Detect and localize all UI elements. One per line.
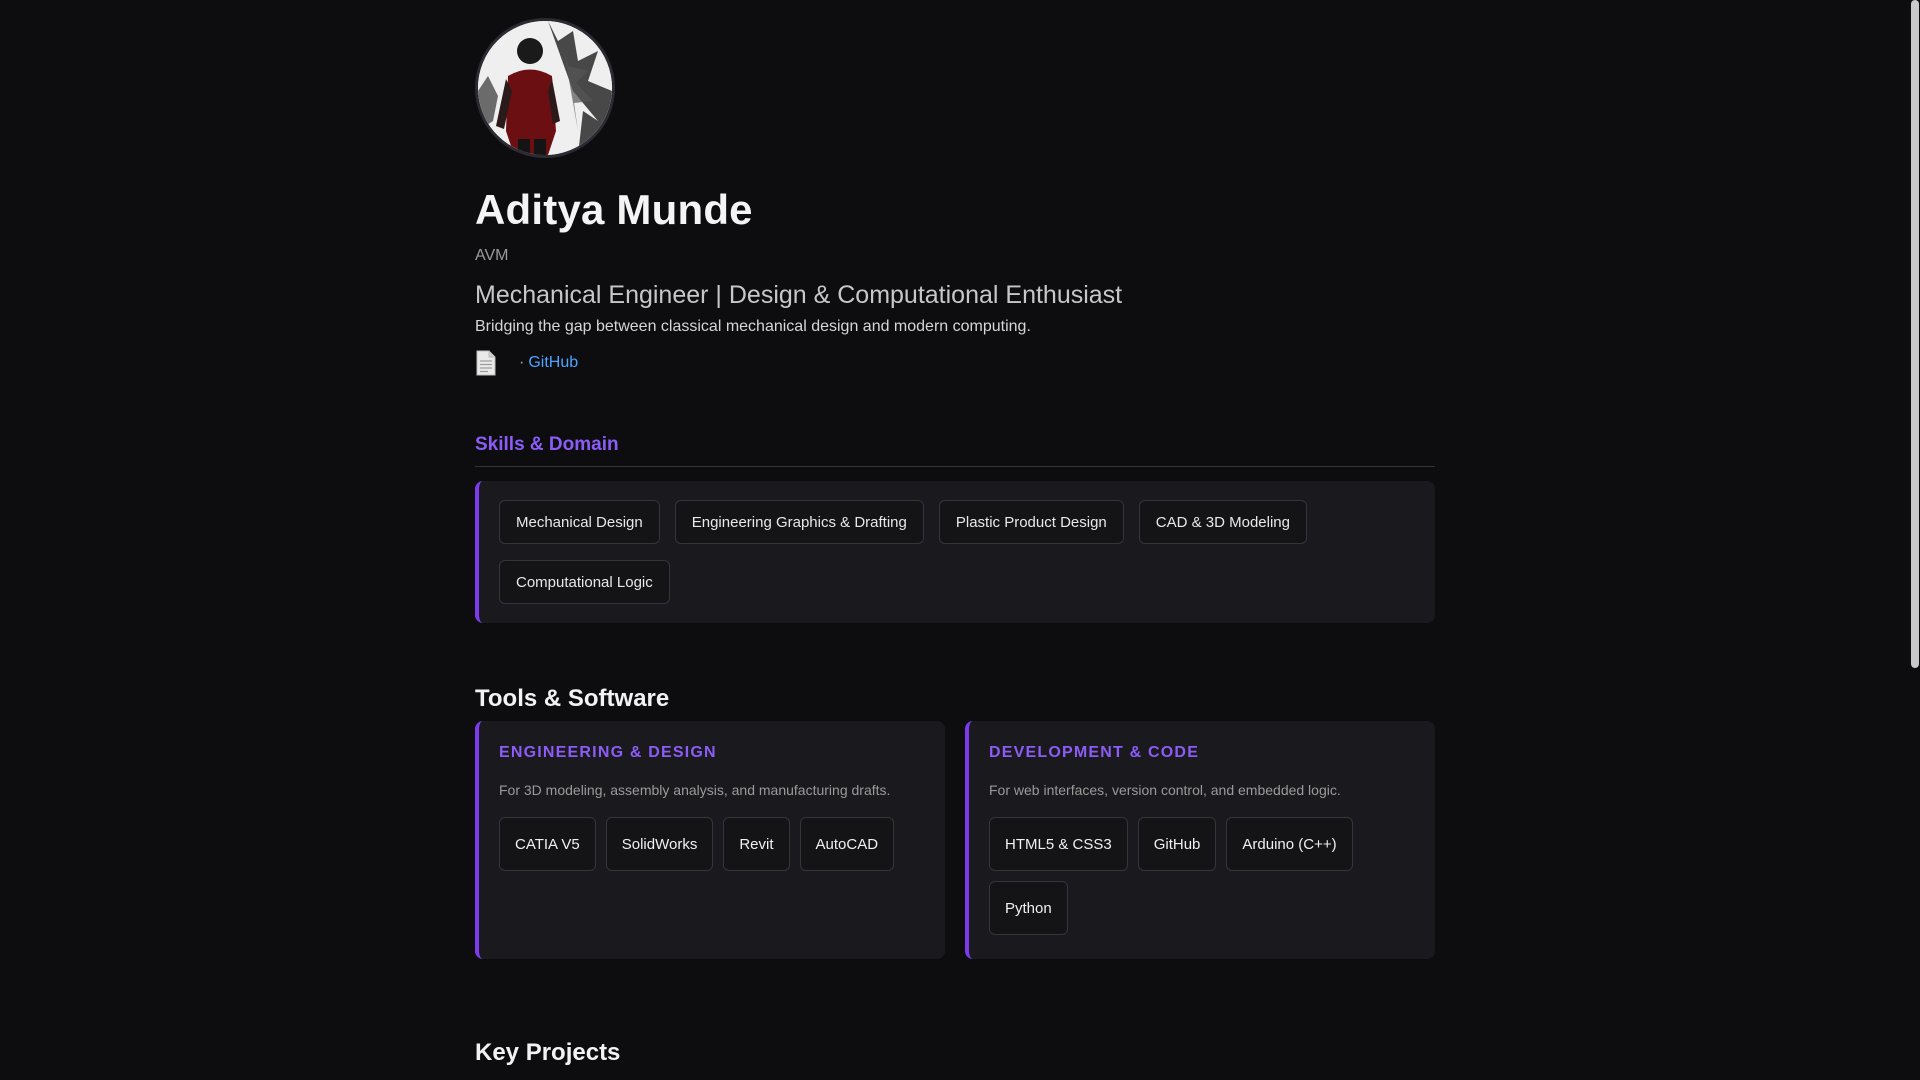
tools-section-title: Tools & Software	[475, 685, 670, 712]
skill-chip: Mechanical Design	[499, 500, 660, 544]
profile-nickname: AVM	[475, 247, 509, 264]
tool-chip: Revit	[723, 817, 790, 871]
tool-chip-list: CATIA V5 SolidWorks Revit AutoCAD	[499, 817, 925, 871]
profile-headline: Mechanical Engineer | Design & Computati…	[475, 281, 1123, 309]
tool-chip: Arduino (C++)	[1226, 817, 1353, 871]
profile-tagline: Bridging the gap between classical mecha…	[475, 318, 1031, 335]
tool-chip: HTML5 & CSS3	[989, 817, 1128, 871]
tool-group-card: ENGINEERING & DESIGN For 3D modeling, ass…	[475, 721, 945, 959]
projects-section-title: Key Projects	[475, 1039, 621, 1066]
tool-group-description: For 3D modeling, assembly analysis, and …	[499, 782, 891, 798]
profile-name: Aditya Munde	[475, 186, 753, 233]
link-separator: ·	[519, 354, 525, 371]
tool-chip: AutoCAD	[799, 817, 895, 871]
skill-chip: Computational Logic	[499, 560, 670, 604]
skill-chip: Plastic Product Design	[938, 500, 1124, 544]
document-icon[interactable]	[475, 350, 497, 376]
tool-chip: CATIA V5	[499, 817, 596, 871]
tool-chip: Python	[989, 881, 1068, 935]
tool-group-description: For web interfaces, version control, and…	[989, 782, 1341, 798]
portfolio-page: Aditya Munde AVM Mechanical Engineer | D…	[0, 0, 1920, 1080]
profile-links: · GitHub	[475, 350, 1435, 376]
tool-group-card: DEVELOPMENT & CODE For web interfaces, ve…	[965, 721, 1435, 959]
tool-chip-list: HTML5 & CSS3 GitHub Arduino (C++) Python	[989, 817, 1415, 935]
page-scrollbar[interactable]	[1910, 0, 1920, 1080]
tools-grid: ENGINEERING & DESIGN For 3D modeling, ass…	[475, 721, 1435, 959]
tool-chip: GitHub	[1137, 817, 1217, 871]
skill-chip: Engineering Graphics & Drafting	[674, 500, 924, 544]
skill-chip: CAD & 3D Modeling	[1138, 500, 1307, 544]
avatar	[475, 18, 615, 158]
tool-group-title: ENGINEERING & DESIGN	[499, 744, 717, 761]
scrollbar-thumb[interactable]	[1911, 0, 1919, 668]
github-link[interactable]: GitHub	[528, 351, 578, 375]
tool-group-title: DEVELOPMENT & CODE	[989, 744, 1200, 761]
skills-section-title: Skills & Domain	[475, 434, 1435, 467]
main-content: Aditya Munde AVM Mechanical Engineer | D…	[475, 18, 1435, 1067]
tool-chip: SolidWorks	[605, 817, 714, 871]
skills-card: Mechanical Design Engineering Graphics & …	[475, 481, 1435, 623]
profile-photo-icon	[478, 21, 612, 155]
